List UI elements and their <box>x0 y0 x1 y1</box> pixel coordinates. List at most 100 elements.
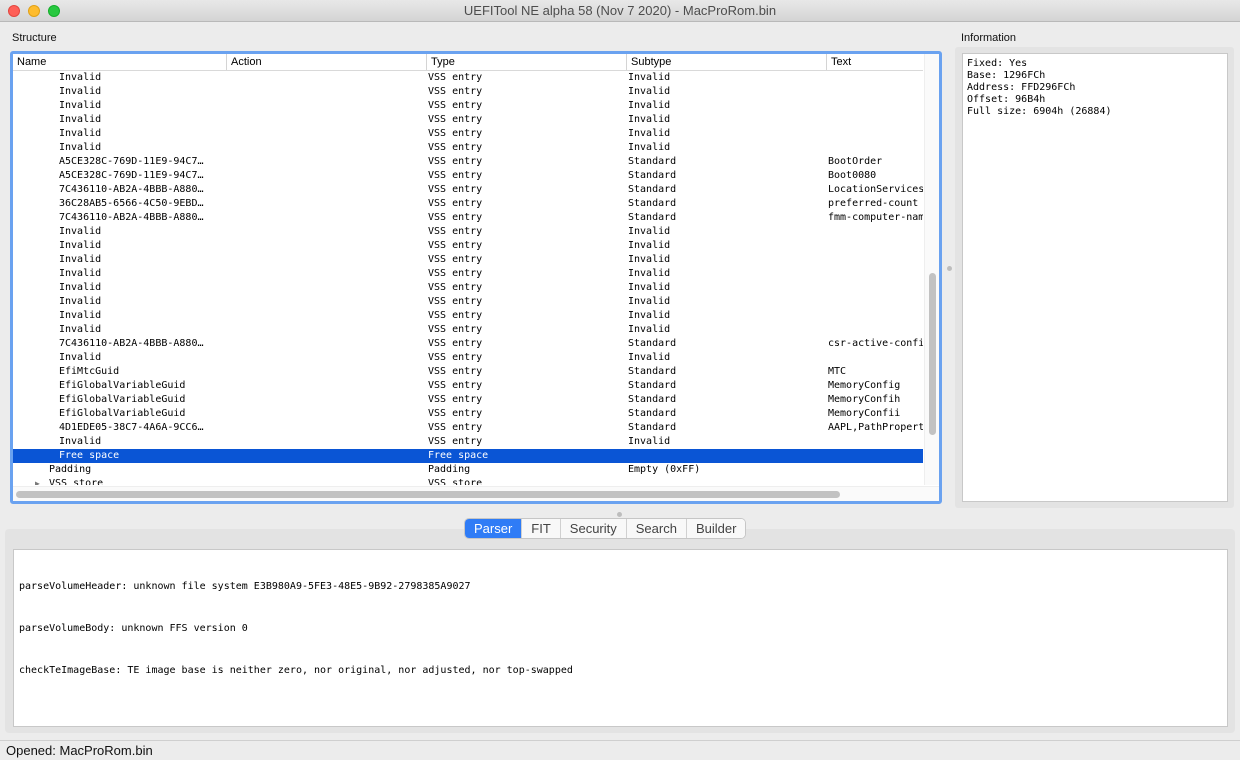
vertical-splitter-handle[interactable] <box>947 266 952 271</box>
cell-subtype: Invalid <box>628 128 671 139</box>
table-row[interactable]: Padding Padding Empty (0xFF) <box>13 463 923 477</box>
cell-subtype: Standard <box>628 198 677 209</box>
cell-name: Free space <box>59 450 120 461</box>
cell-type: VSS entry <box>428 254 483 265</box>
expand-arrow-icon[interactable]: ▶ <box>35 477 40 485</box>
cell-name: Invalid <box>59 128 102 139</box>
cell-subtype: Invalid <box>628 324 671 335</box>
tree-horizontal-scroll-thumb[interactable] <box>16 491 840 498</box>
cell-name: Invalid <box>59 310 102 321</box>
message-line[interactable]: parseVolumeHeader: unknown file system E… <box>19 580 1222 594</box>
table-row[interactable]: Invalid VSS entry Invalid <box>13 141 923 155</box>
tree-horizontal-scrollbar[interactable] <box>13 486 939 501</box>
cell-name: Invalid <box>59 268 102 279</box>
status-bar: Opened: MacProRom.bin <box>0 740 1240 760</box>
tab-security[interactable]: Security <box>559 519 626 538</box>
cell-text: preferred-count <box>828 198 919 209</box>
cell-text: Boot0080 <box>828 170 877 181</box>
cell-type: VSS entry <box>428 408 483 419</box>
cell-name: Invalid <box>59 226 102 237</box>
table-row[interactable]: EfiMtcGuid VSS entry Standard MTC <box>13 365 923 379</box>
tree-vertical-scrollbar[interactable] <box>924 54 939 485</box>
table-row[interactable]: Invalid VSS entry Invalid <box>13 351 923 365</box>
horizontal-splitter-handle[interactable] <box>617 512 622 517</box>
table-row[interactable]: Invalid VSS entry Invalid <box>13 253 923 267</box>
table-row[interactable]: Invalid VSS entry Invalid <box>13 295 923 309</box>
tab-builder[interactable]: Builder <box>685 519 746 538</box>
table-row[interactable]: Invalid VSS entry Invalid <box>13 71 923 85</box>
tab-search[interactable]: Search <box>625 519 686 538</box>
status-text: Opened: MacProRom.bin <box>6 743 153 758</box>
parser-messages[interactable]: parseVolumeHeader: unknown file system E… <box>13 549 1228 727</box>
table-row[interactable]: Invalid VSS entry Invalid <box>13 113 923 127</box>
information-label: Information <box>961 32 1017 44</box>
cell-name: Invalid <box>59 142 102 153</box>
cell-name: Invalid <box>59 296 102 307</box>
table-row[interactable]: ▶ VSS store VSS store <box>13 477 923 485</box>
message-line[interactable]: checkTeImageBase: TE image base is neith… <box>19 664 1222 678</box>
cell-type: VSS store <box>428 478 483 485</box>
table-row[interactable]: Invalid VSS entry Invalid <box>13 309 923 323</box>
cell-subtype: Invalid <box>628 226 671 237</box>
cell-type: VSS entry <box>428 268 483 279</box>
table-row[interactable]: EfiGlobalVariableGuid VSS entry Standard Me… <box>13 379 923 393</box>
cell-subtype: Invalid <box>628 436 671 447</box>
structure-label: Structure <box>12 32 57 44</box>
table-row[interactable]: 7C436110-AB2A-4BBB-A880… VSS entry Standar… <box>13 211 923 225</box>
cell-subtype: Standard <box>628 212 677 223</box>
table-row[interactable]: A5CE328C-769D-11E9-94C7… VSS entry Standar… <box>13 155 923 169</box>
cell-subtype: Empty (0xFF) <box>628 464 701 475</box>
table-row[interactable]: Invalid VSS entry Invalid <box>13 127 923 141</box>
cell-name: EfiGlobalVariableGuid <box>59 408 186 419</box>
cell-type: Padding <box>428 464 471 475</box>
table-row[interactable]: Invalid VSS entry Invalid <box>13 85 923 99</box>
table-row[interactable]: Invalid VSS entry Invalid <box>13 323 923 337</box>
cell-type: VSS entry <box>428 422 483 433</box>
cell-name: Invalid <box>59 240 102 251</box>
cell-type: VSS entry <box>428 212 483 223</box>
message-line[interactable]: parseVolumeBody: unknown FFS version 0 <box>19 622 1222 636</box>
column-header-subtype[interactable]: Subtype <box>627 54 827 70</box>
cell-type: VSS entry <box>428 366 483 377</box>
column-header-action[interactable]: Action <box>227 54 427 70</box>
cell-type: VSS entry <box>428 142 483 153</box>
information-text[interactable]: Fixed: Yes Base: 1296FCh Address: FFD296… <box>962 53 1228 502</box>
cell-subtype: Standard <box>628 170 677 181</box>
table-row[interactable]: Invalid VSS entry Invalid <box>13 281 923 295</box>
table-row[interactable]: Invalid VSS entry Invalid <box>13 267 923 281</box>
structure-tree[interactable]: Name Action Type Subtype Text Invalid VSS… <box>13 54 939 501</box>
table-row[interactable]: 7C436110-AB2A-4BBB-A880… VSS entry Standar… <box>13 337 923 351</box>
table-row[interactable]: Invalid VSS entry Invalid <box>13 239 923 253</box>
cell-name: EfiGlobalVariableGuid <box>59 380 186 391</box>
table-row[interactable]: EfiGlobalVariableGuid VSS entry Standard Me… <box>13 393 923 407</box>
table-row[interactable]: 4D1EDE05-38C7-4A6A-9CC6… VSS entry Standar… <box>13 421 923 435</box>
cell-type: VSS entry <box>428 86 483 97</box>
table-row[interactable]: 36C28AB5-6566-4C50-9EBD… VSS entry Standar… <box>13 197 923 211</box>
cell-subtype: Invalid <box>628 310 671 321</box>
table-row[interactable]: 7C436110-AB2A-4BBB-A880… VSS entry Standar… <box>13 183 923 197</box>
cell-name: 4D1EDE05-38C7-4A6A-9CC6… <box>59 422 204 433</box>
cell-text: csr-active-config <box>828 338 923 349</box>
cell-subtype: Standard <box>628 156 677 167</box>
cell-type: VSS entry <box>428 128 483 139</box>
cell-name: A5CE328C-769D-11E9-94C7… <box>59 156 204 167</box>
cell-type: VSS entry <box>428 100 483 111</box>
cell-subtype: Invalid <box>628 254 671 265</box>
table-row[interactable]: A5CE328C-769D-11E9-94C7… VSS entry Standar… <box>13 169 923 183</box>
table-row[interactable]: EfiGlobalVariableGuid VSS entry Standard Me… <box>13 407 923 421</box>
column-header-text[interactable]: Text <box>827 54 923 70</box>
cell-text: MemoryConfih <box>828 394 901 405</box>
cell-subtype: Invalid <box>628 86 671 97</box>
cell-text: fmm-computer-name <box>828 212 923 223</box>
tree-vertical-scroll-thumb[interactable] <box>929 273 936 435</box>
tab-parser[interactable]: Parser <box>465 519 522 538</box>
table-row[interactable]: Invalid VSS entry Invalid <box>13 225 923 239</box>
table-row[interactable]: Invalid VSS entry Invalid <box>13 99 923 113</box>
column-header-type[interactable]: Type <box>427 54 627 70</box>
column-header-name[interactable]: Name <box>13 54 227 70</box>
cell-name: Invalid <box>59 282 102 293</box>
tab-fit[interactable]: FIT <box>521 519 560 538</box>
table-row[interactable]: Invalid VSS entry Invalid <box>13 435 923 449</box>
cell-type: VSS entry <box>428 156 483 167</box>
table-row[interactable]: Free space Free space <box>13 449 923 463</box>
